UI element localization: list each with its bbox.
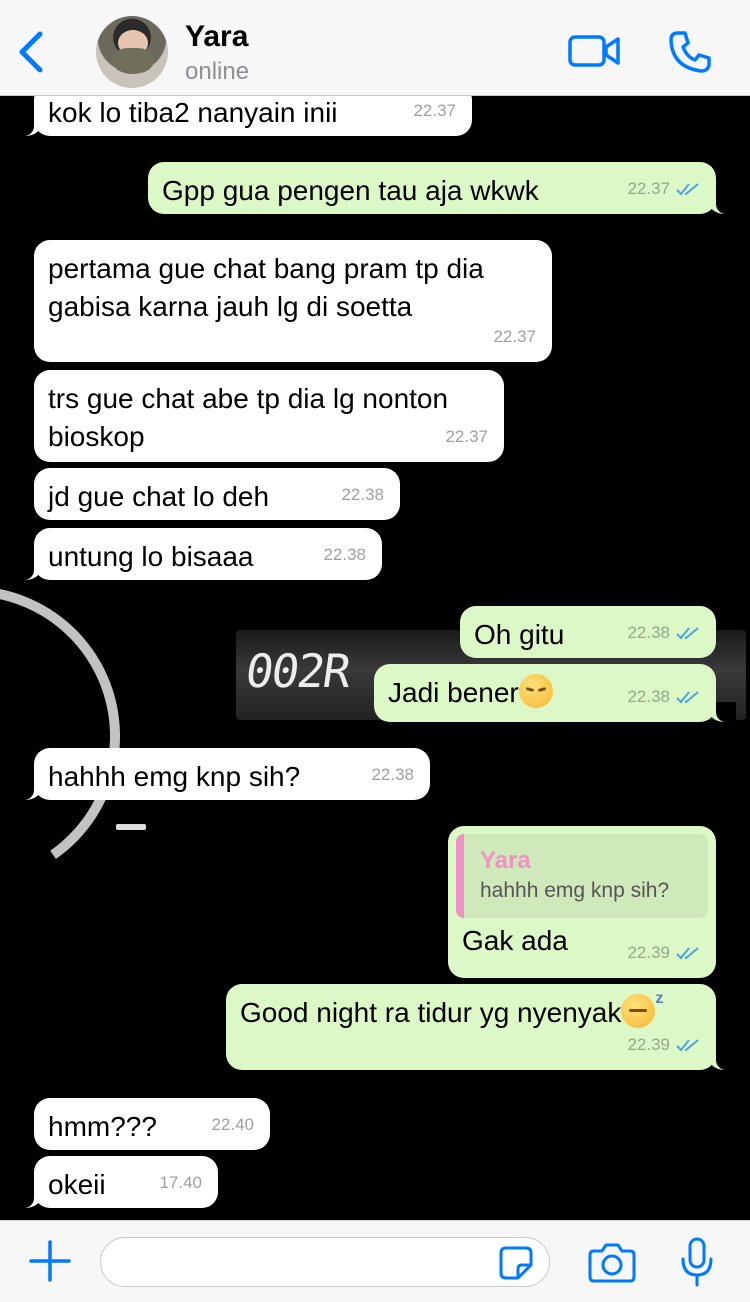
quoted-sender: Yara	[480, 847, 531, 874]
camera-icon[interactable]	[588, 1241, 636, 1283]
message-time: 22.38	[371, 765, 414, 784]
message-outgoing-reply[interactable]: Yara hahhh emg knp sih? Gak ada 22.39	[448, 826, 716, 978]
message-time: 22.38	[627, 687, 670, 706]
chat-header: Yara online	[0, 0, 750, 96]
message-outgoing[interactable]: Gpp gua pengen tau aja wkwk 22.37	[148, 162, 736, 214]
message-incoming[interactable]: hmm??? 22.40	[34, 1098, 270, 1150]
back-chevron-icon[interactable]	[14, 28, 48, 76]
message-time: 22.37	[493, 327, 536, 346]
read-ticks-icon	[676, 1039, 699, 1052]
quoted-message[interactable]: Yara hahhh emg knp sih?	[456, 834, 708, 918]
message-input[interactable]	[100, 1237, 550, 1287]
message-time: 22.39	[627, 1035, 670, 1054]
microphone-icon[interactable]	[680, 1237, 714, 1287]
message-incoming[interactable]: trs gue chat abe tp dia lg nonton biosko…	[34, 370, 504, 462]
sleeping-face-icon	[621, 980, 663, 1028]
background-photo-mark	[116, 824, 146, 830]
message-incoming[interactable]: untung lo bisaaa 22.38	[14, 528, 382, 580]
read-ticks-icon	[676, 627, 699, 640]
message-outgoing[interactable]: Good night ra tidur yg nyenyak 22.39	[226, 980, 736, 1070]
message-time: 22.40	[211, 1115, 254, 1134]
message-text: untung lo bisaaa	[48, 541, 254, 572]
message-incoming[interactable]: jd gue chat lo deh 22.38	[34, 468, 400, 520]
message-incoming[interactable]: pertama gue chat bang pram tp dia gabisa…	[34, 240, 552, 362]
chat-area[interactable]: 002R kok lo tiba2 nanyain inii 22.37 Gpp…	[0, 96, 750, 1220]
read-ticks-icon	[676, 183, 699, 196]
message-incoming[interactable]: kok lo tiba2 nanyain inii 22.37	[14, 96, 472, 136]
sticker-icon[interactable]	[498, 1245, 534, 1281]
message-text: trs gue chat abe tp dia lg nonton biosko…	[48, 383, 456, 452]
composer-bar	[0, 1220, 750, 1302]
phone-call-icon[interactable]	[668, 30, 712, 74]
message-text: jd gue chat lo deh	[48, 481, 270, 512]
plus-icon[interactable]	[28, 1239, 72, 1283]
background-display-text: 002R	[242, 644, 353, 698]
message-outgoing[interactable]: Oh gitu 22.38	[460, 606, 716, 658]
message-time: 22.37	[627, 179, 670, 198]
read-ticks-icon	[676, 947, 699, 960]
message-time: 17.40	[159, 1173, 202, 1192]
message-time: 22.39	[627, 943, 670, 962]
message-text: kok lo tiba2 nanyain inii	[48, 97, 338, 128]
contact-status: online	[185, 58, 250, 85]
message-time: 22.37	[413, 101, 456, 120]
message-text: pertama gue chat bang pram tp dia gabisa…	[48, 253, 492, 322]
message-text: Gpp gua pengen tau aja wkwk	[162, 175, 539, 206]
message-incoming[interactable]: hahhh emg knp sih? 22.38	[14, 748, 430, 800]
message-time: 22.37	[445, 427, 488, 446]
read-ticks-icon	[676, 691, 699, 704]
message-text: hahhh emg knp sih?	[48, 761, 301, 792]
pensive-face-icon	[518, 674, 553, 708]
message-time: 22.38	[341, 485, 384, 504]
message-time: 22.38	[627, 623, 670, 642]
video-call-icon[interactable]	[568, 32, 620, 70]
message-time: 22.38	[323, 545, 366, 564]
message-outgoing[interactable]: Jadi bener 22.38	[374, 664, 736, 722]
contact-avatar[interactable]	[96, 16, 168, 88]
contact-name[interactable]: Yara	[185, 20, 248, 54]
message-incoming[interactable]: okeii 17.40	[14, 1156, 218, 1208]
background-photo-ring	[0, 562, 144, 910]
quoted-text: hahhh emg knp sih?	[480, 879, 670, 902]
